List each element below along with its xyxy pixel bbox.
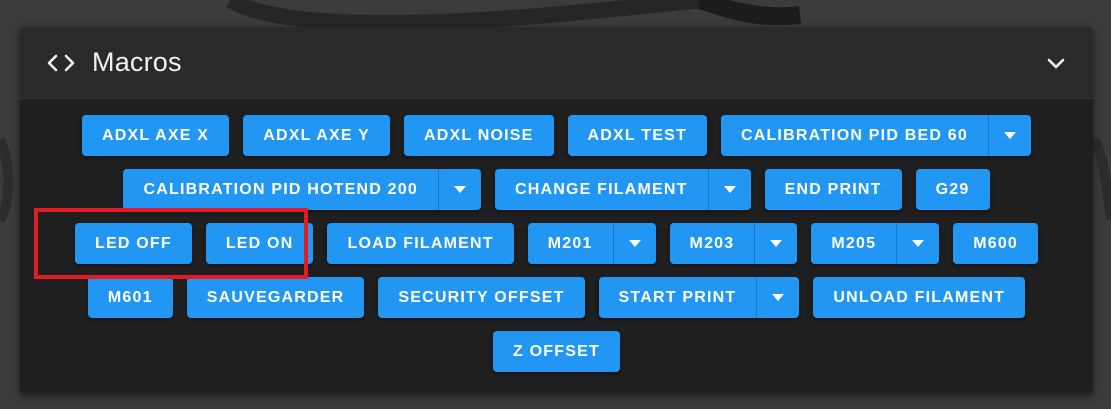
- macro-button-label: CALIBRATION PID BED 60: [740, 126, 968, 144]
- macro-security-offset-button[interactable]: SECURITY OFFSET: [378, 277, 585, 318]
- macro-button-label: M600: [973, 234, 1019, 252]
- macro-sauvegarder-button[interactable]: SAUVEGARDER: [186, 277, 365, 318]
- macro-adxl-test-button[interactable]: ADXL TEST: [567, 115, 707, 156]
- macro-g29-button[interactable]: G29: [915, 169, 990, 210]
- macro-row: LED OFF LED ON LOAD FILAMENT M201 M203 M205 M6…: [20, 223, 1093, 264]
- dropdown-caret-icon[interactable]: [707, 169, 751, 210]
- macro-m600-button[interactable]: M600: [953, 223, 1039, 264]
- macro-z-offset-button[interactable]: Z OFFSET: [493, 331, 620, 372]
- macro-button-label: CHANGE FILAMENT: [514, 180, 688, 198]
- macro-button-label: SAUVEGARDER: [206, 288, 345, 306]
- macro-button-label: M203: [689, 234, 735, 252]
- dropdown-caret-icon[interactable]: [987, 115, 1031, 156]
- macro-button-grid: ADXL AXE X ADXL AXE Y ADXL NOISE ADXL TEST C…: [20, 115, 1093, 385]
- macro-button-label: SECURITY OFFSET: [398, 288, 565, 306]
- dropdown-caret-icon[interactable]: [896, 223, 939, 264]
- macro-unload-filament-button[interactable]: UNLOAD FILAMENT: [813, 277, 1026, 318]
- macro-calibration-pid-bed-60-button[interactable]: CALIBRATION PID BED 60: [720, 115, 1031, 156]
- macro-button-label: M201: [547, 234, 593, 252]
- macro-end-print-button[interactable]: END PRINT: [764, 169, 902, 210]
- macro-m205-button[interactable]: M205: [811, 223, 940, 264]
- macro-button-label: ADXL TEST: [587, 126, 687, 144]
- macro-button-label: G29: [935, 180, 970, 198]
- macro-button-label: UNLOAD FILAMENT: [833, 288, 1006, 306]
- macro-button-label: M205: [831, 234, 877, 252]
- macro-button-label: START PRINT: [618, 288, 737, 306]
- dropdown-caret-icon[interactable]: [437, 169, 481, 210]
- macro-button-label: CALIBRATION PID HOTEND 200: [143, 180, 418, 198]
- macro-row: M601 SAUVEGARDER SECURITY OFFSET START PRIN…: [20, 277, 1093, 318]
- macro-load-filament-button[interactable]: LOAD FILAMENT: [327, 223, 514, 264]
- panel-title: Macros: [92, 47, 182, 77]
- macro-led-off-button[interactable]: LED OFF: [74, 223, 192, 264]
- macro-row: CALIBRATION PID HOTEND 200 CHANGE FILAMEN…: [20, 169, 1093, 210]
- macro-button-label: Z OFFSET: [513, 342, 600, 360]
- macro-m201-button[interactable]: M201: [527, 223, 656, 264]
- macros-panel: Macros ADXL AXE X ADXL AXE Y ADXL NOISE ADX…: [20, 27, 1093, 393]
- macro-button-label: ADXL NOISE: [424, 126, 534, 144]
- macro-row: Z OFFSET: [20, 331, 1093, 372]
- dropdown-caret-icon[interactable]: [612, 223, 656, 264]
- macro-button-label: ADXL AXE Y: [263, 126, 371, 144]
- dropdown-caret-icon[interactable]: [756, 277, 799, 318]
- macro-m601-button[interactable]: M601: [87, 277, 173, 318]
- macro-button-label: LOAD FILAMENT: [347, 234, 494, 252]
- panel-header: Macros: [20, 27, 1093, 99]
- macro-change-filament-button[interactable]: CHANGE FILAMENT: [494, 169, 751, 210]
- macro-calibration-pid-hotend-200-button[interactable]: CALIBRATION PID HOTEND 200: [123, 169, 481, 210]
- macro-adxl-noise-button[interactable]: ADXL NOISE: [404, 115, 554, 156]
- macro-button-label: LED ON: [225, 234, 294, 252]
- macro-adxl-axe-y-button[interactable]: ADXL AXE Y: [243, 115, 391, 156]
- macro-row: ADXL AXE X ADXL AXE Y ADXL NOISE ADXL TEST C…: [20, 115, 1093, 156]
- dropdown-caret-icon[interactable]: [754, 223, 797, 264]
- macro-led-on-button[interactable]: LED ON: [205, 223, 314, 264]
- macro-m203-button[interactable]: M203: [669, 223, 798, 264]
- macro-button-label: ADXL AXE X: [102, 126, 210, 144]
- macro-button-label: M601: [107, 288, 153, 306]
- macro-adxl-axe-x-button[interactable]: ADXL AXE X: [82, 115, 230, 156]
- macro-button-label: END PRINT: [784, 180, 882, 198]
- chevron-down-icon[interactable]: [1043, 50, 1069, 76]
- macro-start-print-button[interactable]: START PRINT: [598, 277, 800, 318]
- macro-button-label: LED OFF: [94, 234, 172, 252]
- code-icon: [46, 51, 76, 75]
